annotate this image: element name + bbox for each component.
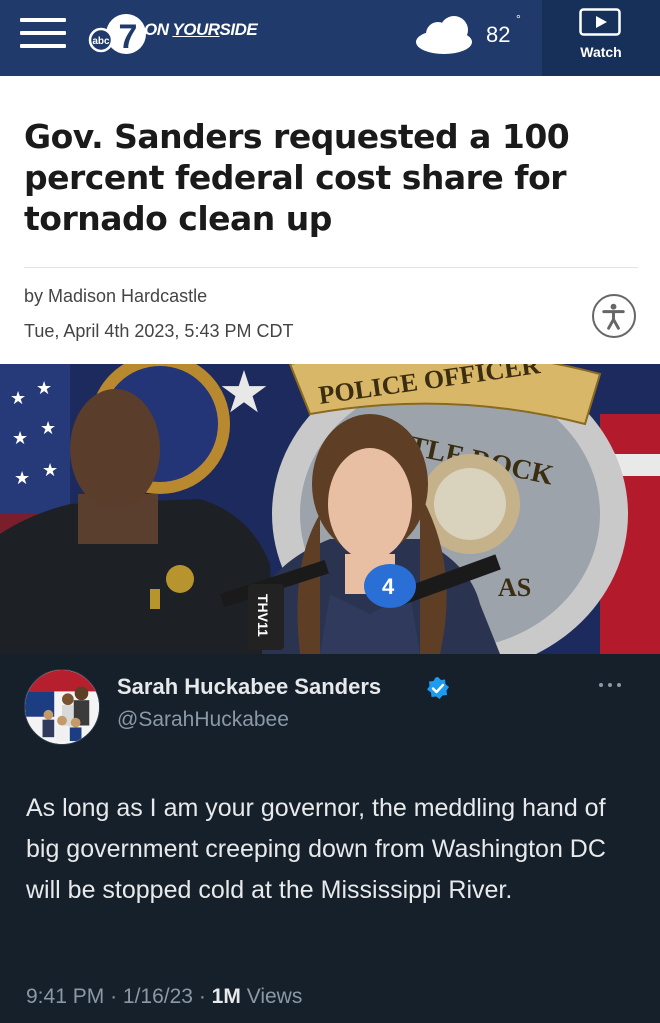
news-header-bar: abc 7 ON YOURSIDE 82 ° Watch: [0, 0, 660, 76]
divider: [24, 267, 638, 268]
watch-label: Watch: [580, 44, 622, 60]
accessibility-button[interactable]: [592, 294, 636, 338]
tweet-metadata: 9:41 PM · 1/16/23 · 1M Views: [26, 985, 302, 1009]
accessibility-icon: [602, 303, 625, 330]
article-headline: Gov. Sanders requested a 100 percent fed…: [24, 117, 570, 238]
tweet-text: As long as I am your governor, the meddl…: [26, 794, 606, 904]
degree-symbol: °: [516, 12, 521, 26]
article-photo[interactable]: ★ ★ ★ ★ ★ ★ ★ POLICE OFFICER LITTLE ROCK…: [0, 364, 660, 654]
family-photo-avatar: [25, 670, 99, 744]
tweet-time[interactable]: 9:41 PM: [26, 985, 104, 1008]
watch-button[interactable]: Watch: [542, 0, 660, 76]
avatar[interactable]: [24, 669, 100, 745]
article-panel: Gov. Sanders requested a 100 percent fed…: [0, 76, 660, 364]
tweet-handle[interactable]: @SarahHuckabee: [117, 708, 289, 732]
brand-your: YOUR: [172, 20, 220, 39]
mic-flag-number: 4: [382, 574, 395, 599]
views-count[interactable]: 1M: [212, 985, 241, 1008]
svg-text:★: ★: [36, 378, 52, 398]
svg-text:★: ★: [40, 418, 56, 438]
article-date: Tue, April 4th 2023, 5:43 PM CDT: [24, 321, 294, 341]
tweet-date[interactable]: 1/16/23: [123, 985, 193, 1008]
mic-flag-label: THV11: [255, 594, 271, 637]
seal-star: ★: [218, 364, 270, 425]
tweet-author-name[interactable]: Sarah Huckabee Sanders: [117, 674, 381, 700]
svg-text:★: ★: [10, 388, 26, 408]
logo-number: 7: [119, 18, 138, 56]
meta-separator: ·: [198, 985, 206, 1008]
brand-side: SIDE: [219, 20, 258, 39]
tweet-card: Sarah Huckabee Sanders @SarahHuckabee As…: [0, 654, 660, 1023]
hamburger-menu-icon[interactable]: [20, 18, 66, 48]
svg-text:★: ★: [42, 460, 58, 480]
meta-separator: ·: [110, 985, 118, 1008]
press-conference-image: ★ ★ ★ ★ ★ ★ ★ POLICE OFFICER LITTLE ROCK…: [0, 364, 660, 654]
temperature-value[interactable]: 82: [486, 22, 510, 48]
more-options-icon[interactable]: [596, 680, 626, 690]
svg-text:★: ★: [12, 428, 28, 448]
play-icon: [579, 8, 621, 36]
verified-badge-icon: [427, 677, 449, 699]
brand-tagline: ON YOURSIDE: [144, 20, 258, 40]
badge-text-bottom: AS: [498, 573, 531, 602]
article-byline[interactable]: by Madison Hardcastle: [24, 286, 207, 307]
logo-badge-text: abc: [92, 36, 110, 47]
brand-on: ON: [144, 20, 173, 39]
svg-text:★: ★: [14, 468, 30, 488]
views-label: Views: [246, 985, 303, 1008]
